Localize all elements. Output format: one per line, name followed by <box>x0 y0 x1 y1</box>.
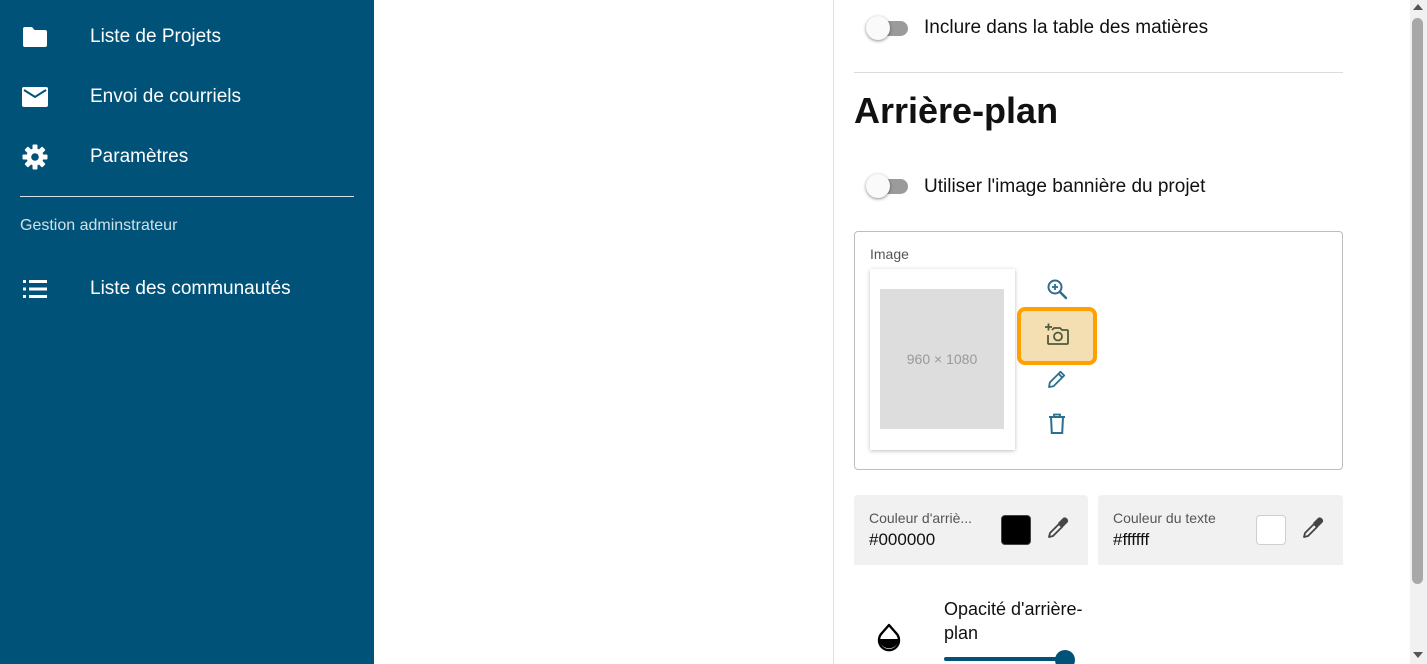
sidebar-section-label: Gestion adminstrateur <box>20 217 178 234</box>
sidebar-item-emails[interactable]: Envoi de courriels <box>0 77 374 117</box>
pencil-icon <box>1047 369 1067 394</box>
background-color-picker[interactable] <box>1043 515 1073 545</box>
text-color-field[interactable]: Couleur du texte #ffffff <box>1098 495 1343 565</box>
opacity-label: Opacité d'arrière-plan <box>944 599 1083 643</box>
banner-toggle-label: Utiliser l'image bannière du projet <box>924 176 1206 197</box>
background-color-swatch[interactable] <box>1001 515 1031 545</box>
zoom-in-icon <box>1046 278 1068 305</box>
sidebar: Liste de Projets Envoi de courriels Para… <box>0 0 374 664</box>
list-icon <box>22 276 48 302</box>
text-color-picker[interactable] <box>1298 515 1328 545</box>
eyedropper-icon <box>1046 516 1070 545</box>
sidebar-item-projects[interactable]: Liste de Projets <box>0 17 374 57</box>
image-preview-card[interactable]: 960 × 1080 <box>870 269 1015 450</box>
toc-toggle-label: Inclure dans la table des matières <box>924 17 1209 38</box>
scroll-up-arrow-icon[interactable] <box>1413 4 1423 10</box>
sidebar-item-label: Liste des communautés <box>90 278 291 299</box>
text-color-label: Couleur du texte <box>1113 510 1216 526</box>
text-color-value: #ffffff <box>1113 530 1150 549</box>
edit-button[interactable] <box>1039 363 1075 399</box>
trash-icon <box>1048 413 1066 440</box>
sidebar-item-label: Liste de Projets <box>90 26 221 47</box>
delete-button[interactable] <box>1039 408 1075 444</box>
settings-panel: Inclure dans la table des matières Arriè… <box>834 0 1410 664</box>
section-divider <box>854 72 1343 73</box>
folder-icon <box>22 24 48 50</box>
scrollbar[interactable] <box>1410 0 1427 664</box>
sidebar-item-label: Paramètres <box>90 146 189 167</box>
sidebar-divider <box>20 196 354 197</box>
preview-area <box>374 0 833 664</box>
image-field: Image 960 × 1080 <box>854 231 1343 470</box>
toc-toggle[interactable] <box>866 15 912 41</box>
text-color-swatch[interactable] <box>1256 515 1286 545</box>
add-photo-icon <box>1044 322 1070 351</box>
opacity-icon <box>874 622 904 652</box>
background-color-value: #000000 <box>869 530 936 549</box>
eyedropper-icon <box>1301 516 1325 545</box>
scroll-down-arrow-icon[interactable] <box>1413 652 1423 658</box>
background-color-label: Couleur d'arriè... <box>869 510 973 526</box>
background-color-field[interactable]: Couleur d'arriè... #000000 <box>854 495 1088 565</box>
sidebar-item-communities[interactable]: Liste des communautés <box>0 269 374 309</box>
sidebar-item-label: Envoi de courriels <box>90 86 242 107</box>
sidebar-item-settings[interactable]: Paramètres <box>0 137 374 177</box>
scrollbar-thumb[interactable] <box>1412 18 1423 584</box>
zoom-button[interactable] <box>1039 273 1075 309</box>
gear-icon <box>22 144 48 170</box>
mail-icon <box>22 84 48 110</box>
banner-toggle[interactable] <box>866 173 912 199</box>
image-placeholder: 960 × 1080 <box>880 289 1004 429</box>
opacity-slider-track[interactable] <box>944 657 1066 661</box>
opacity-slider-handle[interactable] <box>1055 650 1075 664</box>
section-title: Arrière-plan <box>854 90 1059 131</box>
image-field-label: Image <box>870 246 909 262</box>
add-photo-button[interactable] <box>1017 307 1097 365</box>
